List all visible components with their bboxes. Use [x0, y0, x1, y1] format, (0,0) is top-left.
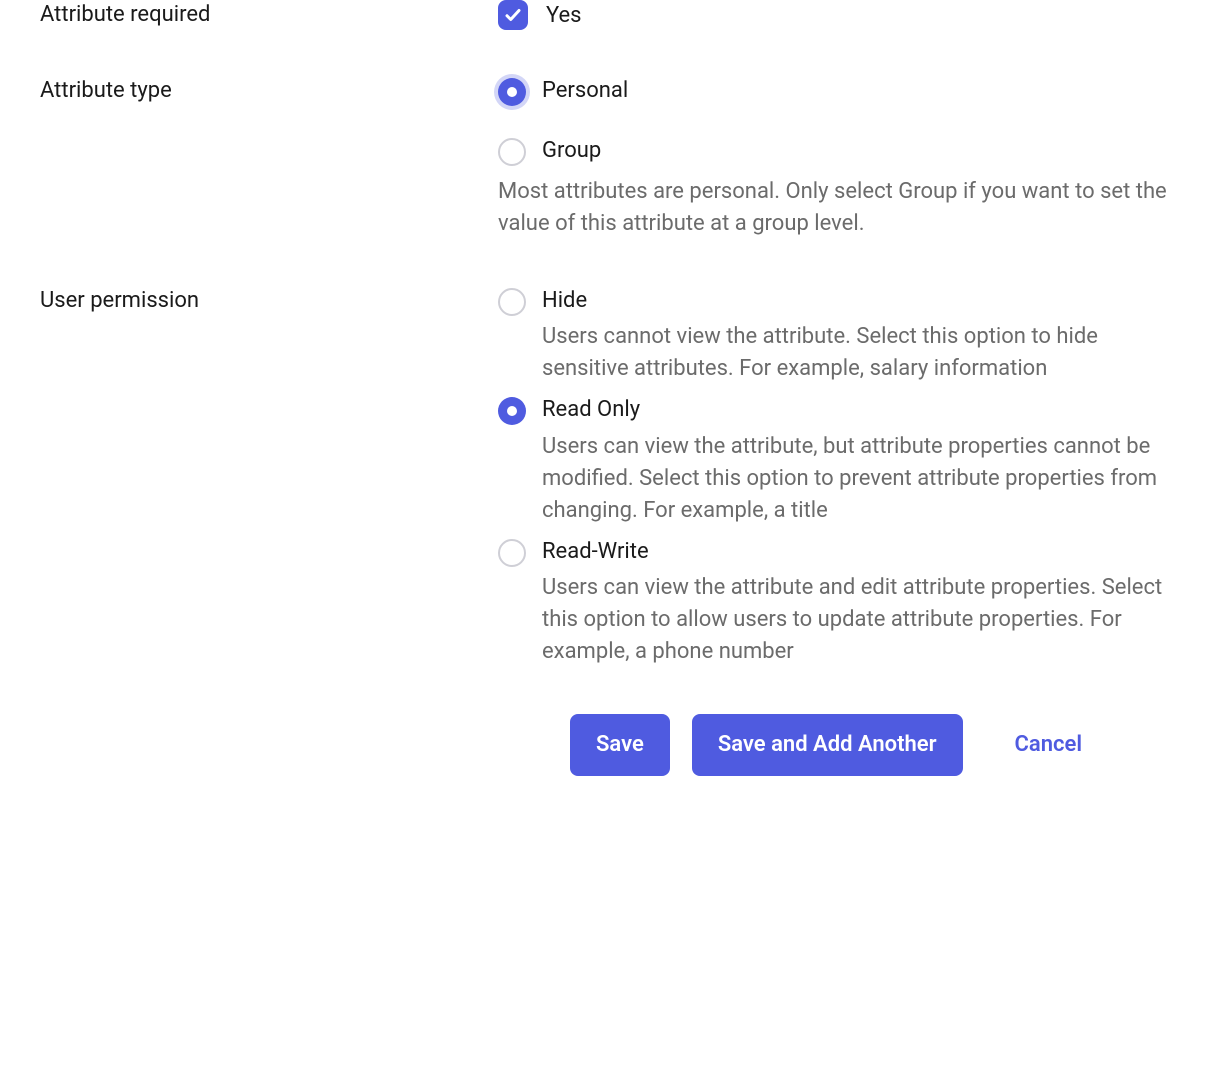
radio-group-label: Group	[542, 136, 1186, 166]
radio-read-only-desc: Users can view the attribute, but attrib…	[542, 431, 1186, 527]
radio-personal[interactable]	[498, 78, 526, 106]
save-and-add-another-button[interactable]: Save and Add Another	[692, 714, 963, 776]
radio-option-personal[interactable]: Personal	[498, 76, 1186, 106]
label-attribute-required: Attribute required	[40, 2, 210, 27]
helper-attribute-type: Most attributes are personal. Only selec…	[498, 176, 1186, 240]
cancel-button[interactable]: Cancel	[1003, 714, 1095, 776]
radiogroup-attribute-type: Personal Group Most attributes are perso…	[498, 76, 1186, 240]
radio-read-only[interactable]	[498, 397, 526, 425]
radio-option-read-write[interactable]: Read-Write Users can view the attribute …	[498, 537, 1186, 668]
radio-hide-desc: Users cannot view the attribute. Select …	[542, 321, 1186, 385]
label-user-permission: User permission	[40, 288, 199, 313]
radiogroup-user-permission: Hide Users cannot view the attribute. Se…	[498, 286, 1186, 668]
radio-group[interactable]	[498, 138, 526, 166]
radio-read-write[interactable]	[498, 539, 526, 567]
radio-read-only-label: Read Only	[542, 395, 1186, 425]
save-button[interactable]: Save	[570, 714, 670, 776]
form-actions: Save Save and Add Another Cancel	[40, 714, 1186, 776]
radio-option-group[interactable]: Group	[498, 136, 1186, 166]
row-attribute-required: Attribute required Yes	[40, 0, 1186, 30]
checkbox-attribute-required[interactable]	[498, 0, 528, 30]
label-attribute-type: Attribute type	[40, 78, 172, 103]
radio-hide-label: Hide	[542, 286, 1186, 316]
radio-personal-label: Personal	[542, 76, 1186, 106]
radio-option-read-only[interactable]: Read Only Users can view the attribute, …	[498, 395, 1186, 526]
attribute-form: Attribute required Yes Attribute type Pe…	[40, 0, 1186, 776]
radio-read-write-desc: Users can view the attribute and edit at…	[542, 572, 1186, 668]
checkbox-attribute-required-label: Yes	[546, 3, 582, 28]
row-attribute-type: Attribute type Personal Group Most attri…	[40, 76, 1186, 240]
check-icon	[504, 6, 522, 24]
radio-option-hide[interactable]: Hide Users cannot view the attribute. Se…	[498, 286, 1186, 385]
checkbox-attribute-required-wrapper: Yes	[498, 0, 1186, 30]
row-user-permission: User permission Hide Users cannot view t…	[40, 286, 1186, 668]
radio-hide[interactable]	[498, 288, 526, 316]
radio-read-write-label: Read-Write	[542, 537, 1186, 567]
